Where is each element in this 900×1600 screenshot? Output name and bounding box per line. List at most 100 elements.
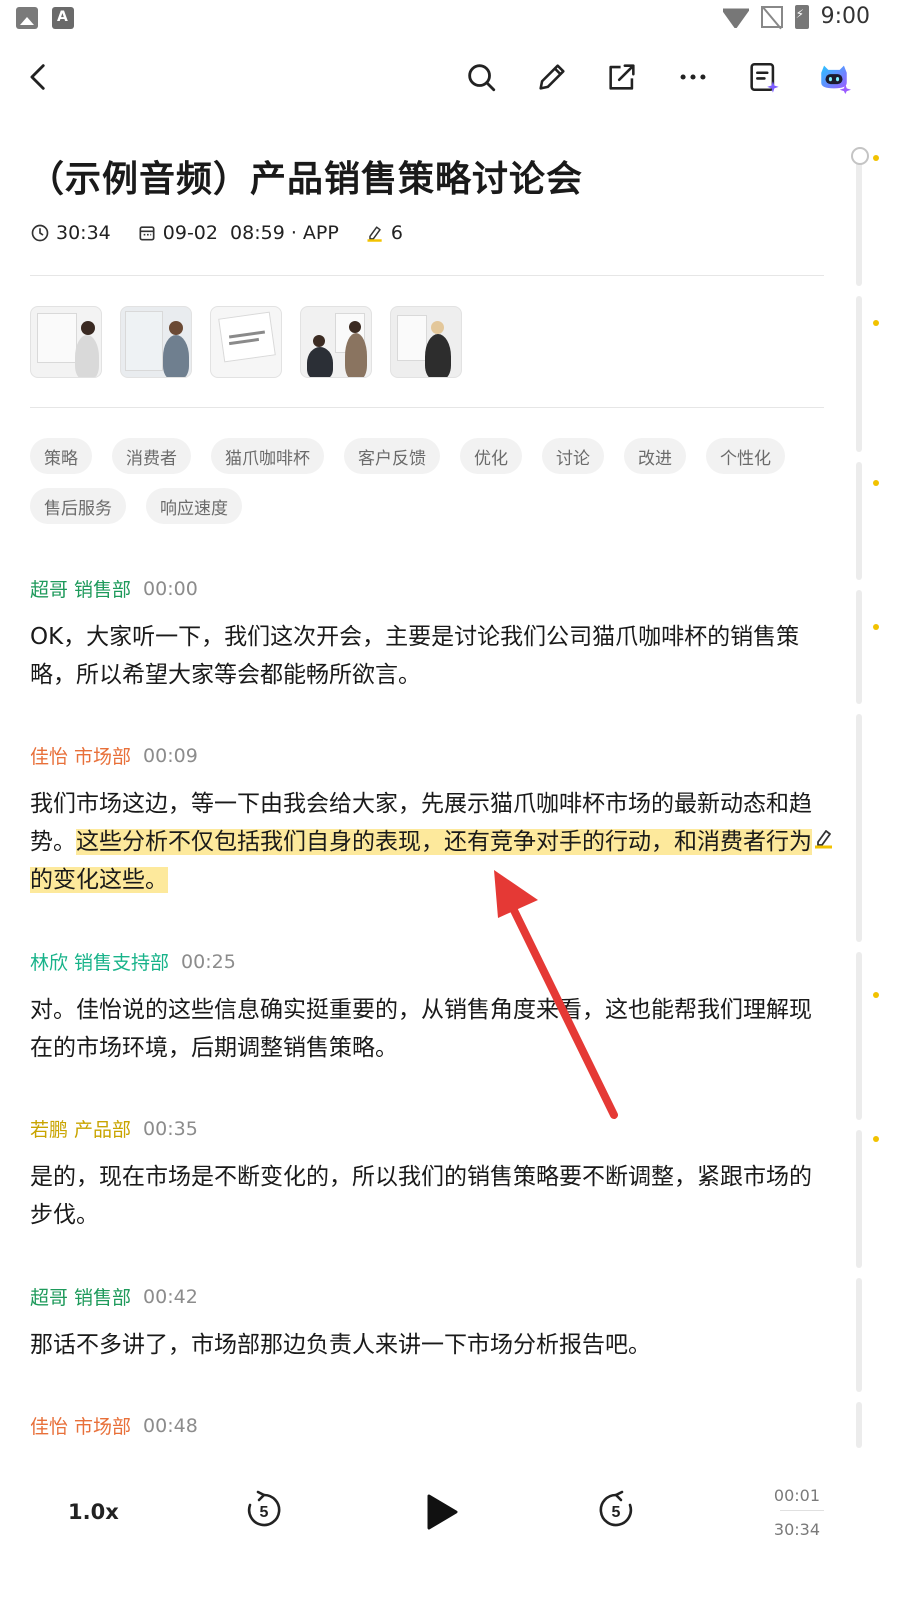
keyword-tags: 策略 消费者 猫爪咖啡杯 客户反馈 优化 讨论 改进 个性化 售后服务 响应速度 — [30, 438, 830, 524]
forward-5-icon: 5 — [599, 1490, 633, 1527]
tag-chip[interactable]: 讨论 — [542, 438, 604, 474]
speaker-name[interactable]: 超哥 销售部 — [30, 575, 131, 602]
search-icon — [468, 64, 496, 92]
highlight-count[interactable]: 6 — [365, 222, 403, 244]
edit-button[interactable] — [531, 56, 573, 98]
tag-chip[interactable]: 售后服务 — [30, 488, 126, 524]
rewind-5-icon: 5 — [247, 1490, 281, 1527]
rewind-5-button[interactable]: 5 — [244, 1490, 284, 1530]
thumbnail-image-5[interactable] — [390, 306, 462, 378]
annotation-arrow — [494, 870, 618, 1119]
highlighted-text[interactable]: 这些分析不仅包括我们自身的表现，还有竞争对手的行动，和消费者行为的变化这些。 — [30, 829, 812, 893]
image-thumbnails — [30, 306, 462, 378]
tag-chip[interactable]: 响应速度 — [146, 488, 242, 524]
share-button[interactable] — [601, 56, 643, 98]
divider — [30, 275, 824, 276]
forward-seconds: 5 — [612, 1504, 621, 1521]
thumbnail-image-4[interactable] — [300, 306, 372, 378]
speaker-name[interactable]: 若鹏 产品部 — [30, 1115, 131, 1142]
transcript-segment[interactable]: 林欣 销售支持部 00:25 对。佳怡说的这些信息确实挺重要的，从销售角度来看，… — [30, 948, 830, 1067]
status-bar: 9:00 — [0, 0, 900, 36]
timeline-rail-segment[interactable] — [856, 1278, 862, 1392]
forward-5-button[interactable]: 5 — [596, 1490, 636, 1530]
highlight-marker[interactable] — [873, 1136, 879, 1142]
segment-text: 那话不多讲了，市场部那边负责人来讲一下市场分析报告吧。 — [30, 1332, 651, 1358]
speaker-name[interactable]: 林欣 销售支持部 — [30, 948, 169, 975]
recording-title: （示例音频）产品销售策略讨论会 — [28, 159, 584, 200]
wifi-icon — [723, 6, 749, 28]
segment-timestamp[interactable]: 00:09 — [143, 745, 198, 767]
back-icon — [30, 64, 45, 90]
speaker-name[interactable]: 佳怡 市场部 — [30, 1412, 131, 1439]
more-icon — [680, 74, 706, 80]
transcript-segment[interactable]: 超哥 销售部 00:42 那话不多讲了，市场部那边负责人来讲一下市场分析报告吧。 — [30, 1283, 830, 1364]
duration: 30:34 — [56, 222, 111, 244]
timeline-rail-segment[interactable] — [856, 714, 862, 942]
timeline-rail-segment[interactable] — [856, 462, 862, 580]
play-button[interactable] — [424, 1492, 460, 1532]
tag-chip[interactable]: 猫爪咖啡杯 — [211, 438, 324, 474]
edit-icon — [539, 64, 565, 90]
back-button[interactable] — [18, 56, 60, 98]
share-icon — [609, 64, 635, 90]
highlight-marker[interactable] — [873, 992, 879, 998]
segment-text: 我们市场这边，等一下由我会给大家，先展示猫爪咖啡杯市场的最新动态和趋势。这些分析… — [30, 785, 830, 899]
ai-assistant-button[interactable] — [813, 56, 855, 98]
thumbnail-image-2[interactable] — [120, 306, 192, 378]
total-time: 30:34 — [773, 1520, 820, 1539]
segment-timestamp[interactable]: 00:48 — [143, 1415, 198, 1437]
summary-button[interactable] — [742, 56, 784, 98]
tag-chip[interactable]: 消费者 — [112, 438, 191, 474]
highlight-count-value: 6 — [390, 222, 403, 244]
segment-timestamp[interactable]: 00:25 — [181, 951, 236, 973]
status-time: 9:00 — [820, 4, 870, 29]
rewind-seconds: 5 — [260, 1504, 269, 1521]
transcript-segment[interactable]: 佳怡 市场部 00:48 — [30, 1412, 830, 1439]
timeline-rail-segment[interactable] — [856, 590, 862, 704]
highlight-marker[interactable] — [873, 624, 879, 630]
segment-timestamp[interactable]: 00:42 — [143, 1286, 198, 1308]
timeline-rail-segment[interactable] — [856, 150, 862, 286]
thumbnail-image-1[interactable] — [30, 306, 102, 378]
more-button[interactable] — [672, 56, 714, 98]
segment-timestamp[interactable]: 00:00 — [143, 578, 198, 600]
play-icon — [427, 1494, 458, 1530]
playback-speed-button[interactable]: 1.0x — [68, 1500, 119, 1524]
timeline-scroll-knob[interactable] — [851, 147, 869, 165]
audio-player: 1.0x 5 5 00:01 30:34 — [0, 1460, 900, 1600]
speaker-name[interactable]: 超哥 销售部 — [30, 1283, 131, 1310]
thumbnail-image-3[interactable] — [210, 306, 282, 378]
summary-icon — [750, 62, 779, 93]
top-toolbar — [0, 44, 900, 110]
calendar-icon — [139, 226, 155, 241]
segment-text: 是的，现在市场是不断变化的，所以我们的销售策略要不断调整，紧跟市场的步伐。 — [30, 1164, 812, 1228]
highlight-marker[interactable] — [873, 480, 879, 486]
timeline-rail-segment[interactable] — [856, 1130, 862, 1268]
transcript-segment[interactable]: 佳怡 市场部 00:09 我们市场这边，等一下由我会给大家，先展示猫爪咖啡杯市场… — [30, 742, 832, 899]
timeline-rail-segment[interactable] — [856, 1402, 862, 1448]
timeline-rail-segment[interactable] — [856, 296, 862, 452]
tag-chip[interactable]: 客户反馈 — [344, 438, 440, 474]
font-notification-icon — [52, 7, 74, 29]
speaker-name[interactable]: 佳怡 市场部 — [30, 742, 131, 769]
tag-chip[interactable]: 个性化 — [706, 438, 785, 474]
battery-charging-icon — [794, 4, 809, 29]
highlighter-icon — [367, 226, 382, 242]
timeline-rail-segment[interactable] — [856, 952, 862, 1120]
transcript-segment[interactable]: 若鹏 产品部 00:35 是的，现在市场是不断变化的，所以我们的销售策略要不断调… — [30, 1115, 830, 1234]
transcript-segment[interactable]: 超哥 销售部 00:00 OK，大家听一下，我们这次开会，主要是讨论我们公司猫爪… — [30, 575, 830, 694]
highlight-marker[interactable] — [873, 155, 879, 161]
highlighter-icon[interactable] — [812, 826, 836, 850]
segment-timestamp[interactable]: 00:35 — [143, 1118, 198, 1140]
tag-chip[interactable]: 策略 — [30, 438, 92, 474]
time-divider — [780, 1510, 824, 1511]
search-button[interactable] — [460, 56, 502, 98]
current-time: 00:01 — [773, 1486, 820, 1505]
tag-chip[interactable]: 优化 — [460, 438, 522, 474]
recording-meta: 30:34 09-02 08:59 · APP 6 — [30, 220, 429, 246]
date-source: 09-02 08:59 · APP — [162, 222, 339, 244]
highlight-marker[interactable] — [873, 320, 879, 326]
tag-chip[interactable]: 改进 — [624, 438, 686, 474]
divider — [30, 407, 824, 408]
no-sim-icon — [760, 5, 783, 28]
